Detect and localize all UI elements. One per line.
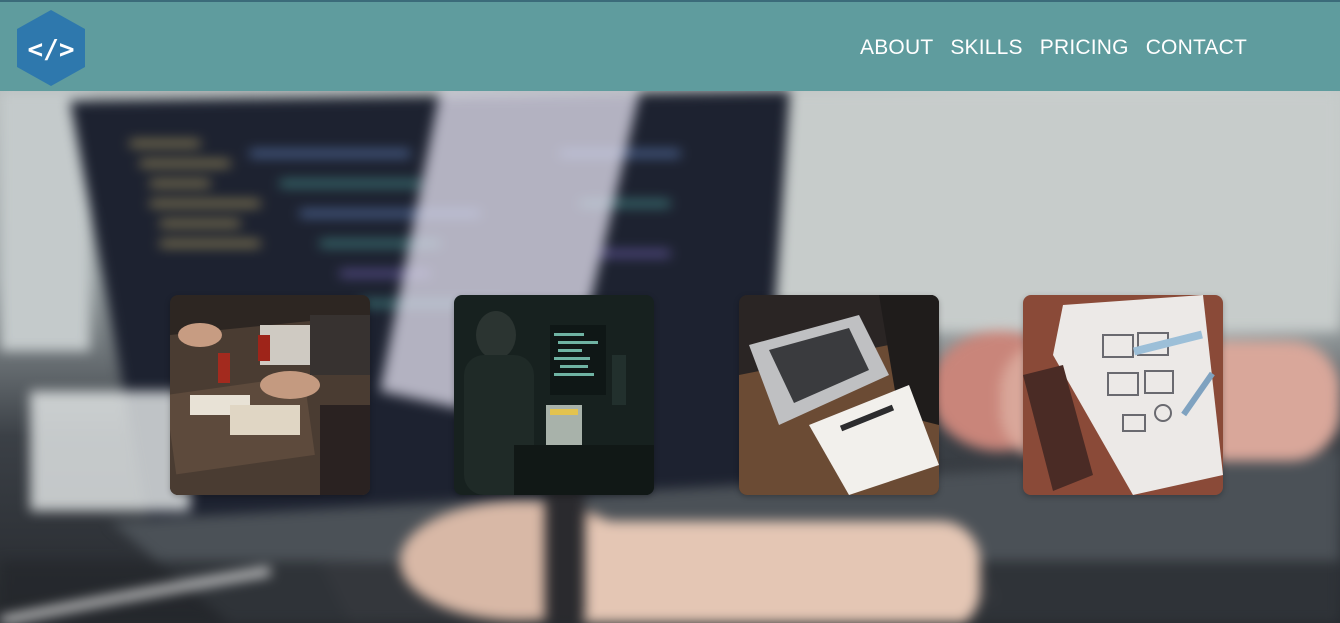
gallery-card-developer-monitors[interactable] — [454, 295, 654, 495]
developer-dark-monitors-image — [454, 295, 654, 495]
nav-link-pricing[interactable]: PRICING — [1040, 32, 1129, 64]
team-desk-meeting-image — [170, 295, 370, 495]
nav-link-skills[interactable]: SKILLS — [950, 32, 1022, 64]
page: </> ABOUT SKILLS PRICING CONTACT — [0, 0, 1340, 623]
site-header: </> ABOUT SKILLS PRICING CONTACT — [0, 0, 1340, 91]
nav-link-about[interactable]: ABOUT — [860, 32, 933, 64]
nav-link-contact[interactable]: CONTACT — [1146, 32, 1247, 64]
gallery-card-team-meeting[interactable] — [170, 295, 370, 495]
logo-glyph: </> — [28, 35, 75, 65]
main-nav: ABOUT SKILLS PRICING CONTACT — [860, 32, 1247, 64]
laptop-notebook-pen-image — [739, 295, 939, 495]
gallery-card-wireframe-sketch[interactable] — [1023, 295, 1223, 495]
gallery-card-laptop-notebook[interactable] — [739, 295, 939, 495]
wireframe-sketch-phone-image — [1023, 295, 1223, 495]
logo-code-icon[interactable]: </> — [15, 8, 87, 88]
